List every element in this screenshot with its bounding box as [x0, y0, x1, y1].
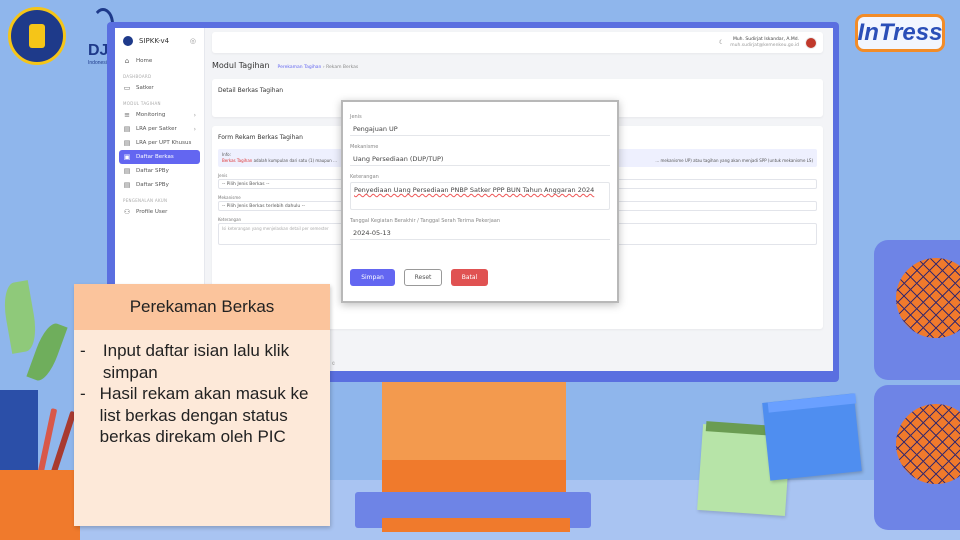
top-navbar: ☾ Muh. Sudirjat Iskandar, A.Md. muh.sudi… [212, 32, 823, 53]
note-list: - Input daftar isian lalu klik simpan - Ha… [74, 330, 330, 448]
sidebar-item-lra-satker[interactable]: ▤ LRA per Satker › [115, 122, 204, 136]
monitor-foot [382, 518, 570, 532]
rekam-berkas-modal: Jenis Pengajuan UP Mekanisme Uang Persed… [341, 100, 619, 303]
sidebar-item-monitoring[interactable]: ≡ Monitoring › [115, 108, 204, 122]
sidebar-item-label: Satker [136, 85, 154, 91]
modal-keterangan-value: Penyediaan Uang Persediaan PNBP Satker P… [354, 186, 595, 194]
note-bullet-text: Hasil rekam akan masuk ke list berkas de… [99, 384, 309, 446]
modal-spacer [343, 136, 617, 144]
sidebar-item-label: Profile User [136, 209, 168, 215]
note-heading: Perekaman Berkas [74, 284, 330, 330]
doc-icon: ▤ [123, 181, 131, 189]
note-bullet-text: Input daftar isian lalu klik simpan [102, 341, 290, 382]
sidebar-item-profile[interactable]: ⚇ Profile User [115, 205, 204, 219]
sidebar-item-label: LRA per UPT Khusus [136, 140, 192, 146]
modal-mekanisme-label: Mekanisme [350, 144, 379, 150]
monitor-stand [382, 382, 566, 492]
doc-icon: ▤ [123, 167, 131, 175]
sidebar-item-satker[interactable]: ▭ Satker [115, 81, 204, 95]
modal-keterangan-label: Keterangan [350, 174, 379, 180]
note-bullet: - Hasil rekam akan masuk ke list berkas d… [80, 383, 322, 448]
theme-toggle-icon[interactable]: ☾ [719, 39, 724, 46]
plant-pot [0, 470, 80, 540]
chevron-right-icon: › [193, 125, 196, 133]
modal-keterangan-field[interactable]: Penyediaan Uang Persediaan PNBP Satker P… [350, 182, 610, 210]
breadcrumb: Perekaman Tagihan › Rekam Berkas [278, 65, 359, 70]
list-icon: ≡ [124, 111, 130, 119]
sidebar-item-label: Monitoring [136, 112, 166, 118]
sidebar-section: DASHBOARD [123, 74, 152, 79]
bullet-dash: - [80, 384, 86, 403]
detail-card-title: Detail Berkas Tagihan [218, 87, 284, 94]
info-text: adalah kumpulan dari satu (1) maupun ... [253, 158, 337, 163]
modal-button-row: Simpan Reset Batal [350, 269, 488, 286]
avatar[interactable] [805, 36, 817, 49]
dj-logo-text: DJ [88, 42, 109, 59]
user-info[interactable]: Muh. Sudirjat Iskandar, A.Md. muh.sudirj… [730, 37, 799, 49]
brand-name: SIPKK-v4 [139, 37, 170, 45]
monitor-icon: ▭ [123, 84, 131, 92]
modal-mekanisme-field[interactable]: Uang Persediaan (DUP/TUP) [350, 152, 610, 166]
modal-tanggal-field[interactable]: 2024-05-13 [350, 226, 610, 240]
bullet-dash: - [80, 341, 86, 360]
doc-icon: ▤ [123, 125, 131, 133]
user-email: muh.sudirjat@kemenkeu.go.id [730, 42, 799, 48]
breadcrumb-link[interactable]: Perekaman Tagihan [278, 65, 322, 70]
sidebar-item-label: Home [136, 58, 153, 64]
sidebar-section: MODUL TAGIHAN [123, 101, 161, 106]
reset-button[interactable]: Reset [404, 269, 442, 286]
home-icon: ⌂ [124, 57, 130, 65]
modal-jenis-label: Jenis [350, 114, 362, 120]
info-tail: ... mekanisme UP) atau tagihan yang akan… [655, 158, 813, 163]
app-logo-icon [123, 36, 133, 46]
breadcrumb-current: Rekam Berkas [326, 65, 359, 70]
cancel-button[interactable]: Batal [451, 269, 488, 286]
modal-spacer [343, 102, 617, 114]
brand[interactable]: SIPKK-v4 ◎ [115, 28, 204, 54]
page-header: Modul Tagihan Perekaman Tagihan › Rekam … [212, 61, 358, 70]
plant-leaf [0, 280, 40, 354]
intress-logo-text: InTress [857, 19, 943, 46]
sidebar-item-daftar-spby-2[interactable]: ▤ Daftar SPBy [115, 178, 204, 192]
save-button[interactable]: Simpan [350, 269, 395, 286]
modal-spacer [343, 166, 617, 174]
sidebar-item-label: LRA per Satker [136, 126, 177, 132]
kemenkeu-logo [8, 7, 66, 65]
chevron-right-icon: › [193, 111, 196, 119]
collapse-icon[interactable]: ◎ [190, 37, 196, 45]
user-icon: ⚇ [123, 208, 131, 216]
pencil-cup [0, 390, 38, 472]
sidebar-item-label: Daftar SPBy [136, 182, 169, 188]
sidebar-item-daftar-berkas[interactable]: ▣ Daftar Berkas [119, 150, 200, 164]
intress-logo: InTress [855, 14, 945, 52]
page-title: Modul Tagihan [212, 61, 270, 70]
user-name: Muh. Sudirjat Iskandar, A.Md. [732, 36, 799, 42]
sidebar-item-home[interactable]: ⌂ Home [115, 54, 204, 68]
info-highlight: Berkas Tagihan [222, 158, 253, 163]
modal-spacer [343, 210, 617, 218]
sidebar-item-label: Daftar Berkas [136, 154, 174, 160]
modal-jenis-field[interactable]: Pengajuan UP [350, 122, 610, 136]
sidebar-item-daftar-spby[interactable]: ▤ Daftar SPBy [115, 164, 204, 178]
note-bullet: - Input daftar isian lalu klik simpan [80, 340, 322, 383]
sidebar-section: PENGENALAN AKUN [123, 198, 168, 203]
sidebar-item-label: Daftar SPBy [136, 168, 169, 174]
folder-icon: ▣ [123, 153, 131, 161]
note-card: Perekaman Berkas - Input daftar isian lal… [74, 284, 330, 526]
modal-tanggal-label: Tanggal Kegiatan Berakhir / Tanggal Sera… [350, 218, 501, 224]
sidebar-item-lra-upt[interactable]: ▤ LRA per UPT Khusus [115, 136, 204, 150]
doc-icon: ▤ [123, 139, 131, 147]
